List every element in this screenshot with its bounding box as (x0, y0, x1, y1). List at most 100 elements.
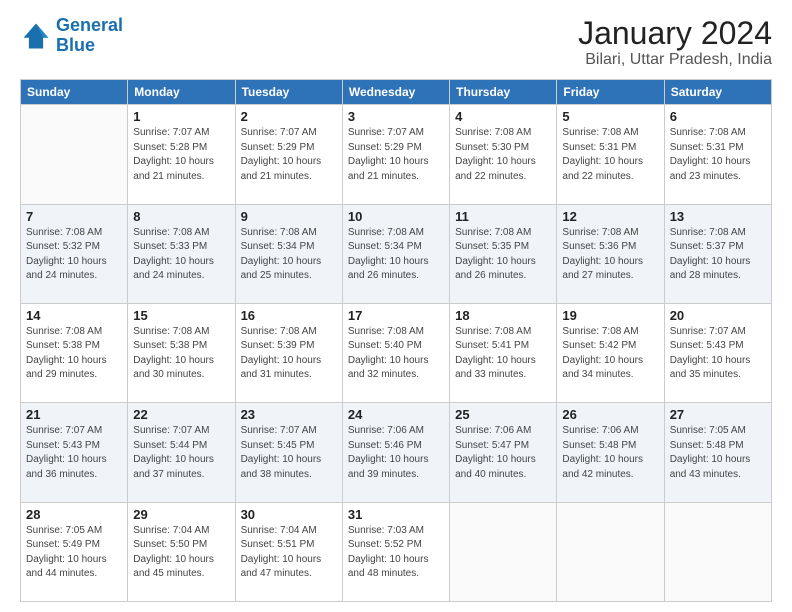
calendar-cell: 4 Sunrise: 7:08 AM Sunset: 5:30 PM Daylig… (450, 105, 557, 204)
logo-line1: General (56, 15, 123, 35)
calendar-cell: 22Sunrise: 7:07 AM Sunset: 5:44 PM Dayli… (128, 403, 235, 502)
header-day-monday: Monday (128, 80, 235, 105)
calendar-week-row: 21Sunrise: 7:07 AM Sunset: 5:43 PM Dayli… (21, 403, 772, 502)
header-day-saturday: Saturday (664, 80, 771, 105)
day-number: 25 (455, 407, 551, 422)
day-info: Sunrise: 7:08 AM Sunset: 5:30 PM Dayligh… (455, 126, 551, 184)
day-info: Sunrise: 7:08 AM Sunset: 5:31 PM Dayligh… (562, 126, 658, 184)
day-number: 6 (670, 109, 766, 124)
day-number: 16 (241, 308, 337, 323)
calendar-cell (664, 502, 771, 601)
calendar-cell: 3 Sunrise: 7:07 AM Sunset: 5:29 PM Daylig… (342, 105, 449, 204)
day-info: Sunrise: 7:06 AM Sunset: 5:46 PM Dayligh… (348, 424, 444, 482)
day-number: 29 (133, 507, 229, 522)
day-number: 30 (241, 507, 337, 522)
day-number: 26 (562, 407, 658, 422)
day-number: 9 (241, 209, 337, 224)
calendar-cell: 16Sunrise: 7:08 AM Sunset: 5:39 PM Dayli… (235, 303, 342, 402)
calendar-cell: 20 Sunrise: 7:07 AM Sunset: 5:43 PM Dayli… (664, 303, 771, 402)
day-number: 15 (133, 308, 229, 323)
calendar-cell: 17Sunrise: 7:08 AM Sunset: 5:40 PM Dayli… (342, 303, 449, 402)
day-info: Sunrise: 7:08 AM Sunset: 5:33 PM Dayligh… (133, 226, 229, 284)
calendar-cell: 7 Sunrise: 7:08 AM Sunset: 5:32 PM Daylig… (21, 204, 128, 303)
calendar-cell: 29 Sunrise: 7:04 AM Sunset: 5:50 PM Dayli… (128, 502, 235, 601)
day-number: 20 (670, 308, 766, 323)
day-info: Sunrise: 7:08 AM Sunset: 5:32 PM Dayligh… (26, 226, 122, 284)
day-info: Sunrise: 7:07 AM Sunset: 5:43 PM Dayligh… (670, 325, 766, 383)
logo-line2: Blue (56, 35, 95, 55)
calendar-cell: 31 Sunrise: 7:03 AM Sunset: 5:52 PM Dayli… (342, 502, 449, 601)
calendar-cell: 26Sunrise: 7:06 AM Sunset: 5:48 PM Dayli… (557, 403, 664, 502)
calendar-subtitle: Bilari, Uttar Pradesh, India (578, 51, 772, 69)
day-info: Sunrise: 7:08 AM Sunset: 5:38 PM Dayligh… (26, 325, 122, 383)
day-number: 21 (26, 407, 122, 422)
day-info: Sunrise: 7:08 AM Sunset: 5:31 PM Dayligh… (670, 126, 766, 184)
day-info: Sunrise: 7:07 AM Sunset: 5:28 PM Dayligh… (133, 126, 229, 184)
day-info: Sunrise: 7:08 AM Sunset: 5:37 PM Dayligh… (670, 226, 766, 284)
calendar-cell: 2Sunrise: 7:07 AM Sunset: 5:29 PM Daylig… (235, 105, 342, 204)
calendar-cell: 25 Sunrise: 7:06 AM Sunset: 5:47 PM Dayli… (450, 403, 557, 502)
calendar-cell: 19Sunrise: 7:08 AM Sunset: 5:42 PM Dayli… (557, 303, 664, 402)
day-number: 31 (348, 507, 444, 522)
calendar-cell: 10 Sunrise: 7:08 AM Sunset: 5:34 PM Dayli… (342, 204, 449, 303)
calendar-cell: 12Sunrise: 7:08 AM Sunset: 5:36 PM Dayli… (557, 204, 664, 303)
calendar-cell (450, 502, 557, 601)
day-info: Sunrise: 7:06 AM Sunset: 5:47 PM Dayligh… (455, 424, 551, 482)
calendar-cell: 18 Sunrise: 7:08 AM Sunset: 5:41 PM Dayli… (450, 303, 557, 402)
day-info: Sunrise: 7:05 AM Sunset: 5:48 PM Dayligh… (670, 424, 766, 482)
day-number: 7 (26, 209, 122, 224)
calendar-cell: 6 Sunrise: 7:08 AM Sunset: 5:31 PM Daylig… (664, 105, 771, 204)
day-number: 11 (455, 209, 551, 224)
calendar-cell: 27 Sunrise: 7:05 AM Sunset: 5:48 PM Dayli… (664, 403, 771, 502)
calendar-cell: 21Sunrise: 7:07 AM Sunset: 5:43 PM Dayli… (21, 403, 128, 502)
day-number: 2 (241, 109, 337, 124)
calendar-cell: 5Sunrise: 7:08 AM Sunset: 5:31 PM Daylig… (557, 105, 664, 204)
logo: General Blue (20, 16, 123, 56)
logo-icon (20, 20, 52, 52)
calendar-cell: 1 Sunrise: 7:07 AM Sunset: 5:28 PM Daylig… (128, 105, 235, 204)
day-number: 28 (26, 507, 122, 522)
day-info: Sunrise: 7:05 AM Sunset: 5:49 PM Dayligh… (26, 524, 122, 582)
calendar-cell: 24 Sunrise: 7:06 AM Sunset: 5:46 PM Dayli… (342, 403, 449, 502)
day-info: Sunrise: 7:08 AM Sunset: 5:36 PM Dayligh… (562, 226, 658, 284)
calendar-cell: 15 Sunrise: 7:08 AM Sunset: 5:38 PM Dayli… (128, 303, 235, 402)
day-number: 3 (348, 109, 444, 124)
calendar-header-row: SundayMondayTuesdayWednesdayThursdayFrid… (21, 80, 772, 105)
day-number: 1 (133, 109, 229, 124)
calendar-cell: 8 Sunrise: 7:08 AM Sunset: 5:33 PM Daylig… (128, 204, 235, 303)
calendar-cell (21, 105, 128, 204)
day-info: Sunrise: 7:07 AM Sunset: 5:44 PM Dayligh… (133, 424, 229, 482)
day-info: Sunrise: 7:08 AM Sunset: 5:35 PM Dayligh… (455, 226, 551, 284)
calendar-cell: 13 Sunrise: 7:08 AM Sunset: 5:37 PM Dayli… (664, 204, 771, 303)
calendar-cell: 11 Sunrise: 7:08 AM Sunset: 5:35 PM Dayli… (450, 204, 557, 303)
day-info: Sunrise: 7:08 AM Sunset: 5:34 PM Dayligh… (348, 226, 444, 284)
day-number: 27 (670, 407, 766, 422)
calendar-week-row: 28 Sunrise: 7:05 AM Sunset: 5:49 PM Dayli… (21, 502, 772, 601)
day-number: 13 (670, 209, 766, 224)
calendar-week-row: 7 Sunrise: 7:08 AM Sunset: 5:32 PM Daylig… (21, 204, 772, 303)
calendar-cell: 14Sunrise: 7:08 AM Sunset: 5:38 PM Dayli… (21, 303, 128, 402)
calendar-cell: 9Sunrise: 7:08 AM Sunset: 5:34 PM Daylig… (235, 204, 342, 303)
logo-text: General Blue (56, 16, 123, 56)
day-number: 4 (455, 109, 551, 124)
header-day-tuesday: Tuesday (235, 80, 342, 105)
day-number: 8 (133, 209, 229, 224)
day-number: 18 (455, 308, 551, 323)
header-day-wednesday: Wednesday (342, 80, 449, 105)
day-info: Sunrise: 7:08 AM Sunset: 5:40 PM Dayligh… (348, 325, 444, 383)
day-number: 24 (348, 407, 444, 422)
day-info: Sunrise: 7:08 AM Sunset: 5:38 PM Dayligh… (133, 325, 229, 383)
calendar-cell: 30 Sunrise: 7:04 AM Sunset: 5:51 PM Dayli… (235, 502, 342, 601)
day-number: 10 (348, 209, 444, 224)
day-info: Sunrise: 7:04 AM Sunset: 5:51 PM Dayligh… (241, 524, 337, 582)
calendar-cell (557, 502, 664, 601)
header-day-thursday: Thursday (450, 80, 557, 105)
header-day-friday: Friday (557, 80, 664, 105)
calendar-week-row: 14Sunrise: 7:08 AM Sunset: 5:38 PM Dayli… (21, 303, 772, 402)
page: General Blue January 2024 Bilari, Uttar … (0, 0, 792, 612)
calendar-week-row: 1 Sunrise: 7:07 AM Sunset: 5:28 PM Daylig… (21, 105, 772, 204)
day-info: Sunrise: 7:03 AM Sunset: 5:52 PM Dayligh… (348, 524, 444, 582)
day-info: Sunrise: 7:07 AM Sunset: 5:29 PM Dayligh… (348, 126, 444, 184)
day-info: Sunrise: 7:04 AM Sunset: 5:50 PM Dayligh… (133, 524, 229, 582)
day-info: Sunrise: 7:08 AM Sunset: 5:41 PM Dayligh… (455, 325, 551, 383)
